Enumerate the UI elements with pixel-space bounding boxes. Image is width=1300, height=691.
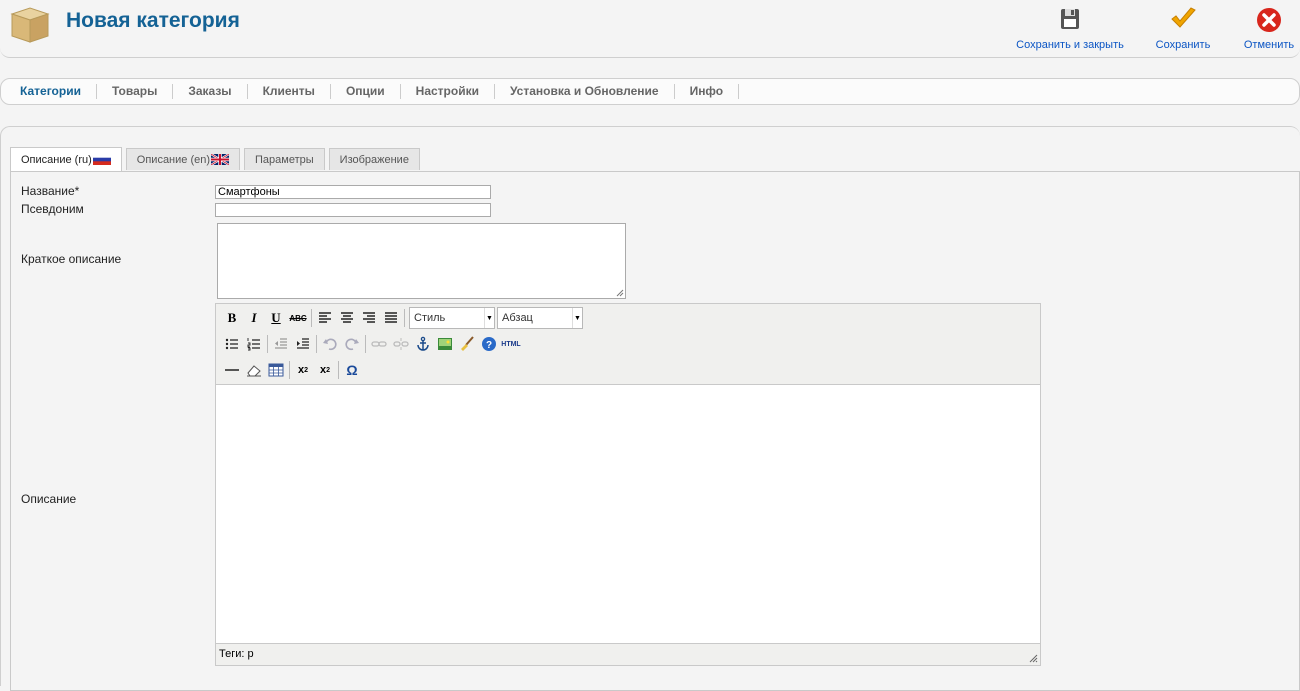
tab-parameters[interactable]: Параметры [244, 148, 325, 170]
toolbar-separator [311, 309, 312, 327]
subscript-icon[interactable]: x2 [292, 359, 314, 381]
special-character-icon[interactable]: Ω [341, 359, 363, 381]
resize-grip-icon[interactable] [616, 289, 624, 297]
alias-field[interactable] [215, 203, 491, 217]
menu-item-options[interactable]: Опции [331, 84, 401, 99]
header: Новая категория Сохранить и закрыть Сохр… [0, 0, 1300, 58]
chevron-down-icon: ▼ [572, 308, 582, 328]
main-menu: Категории Товары Заказы Клиенты Опции На… [5, 84, 740, 99]
align-justify-icon[interactable] [380, 307, 402, 329]
cancel-icon [1255, 6, 1283, 34]
short-description-label: Краткое описание [21, 252, 122, 266]
save-and-close-button[interactable]: Сохранить и закрыть [1016, 6, 1124, 51]
tab-label: Параметры [255, 153, 314, 166]
help-icon[interactable]: ? [478, 333, 500, 355]
cancel-label: Отменить [1243, 39, 1295, 51]
package-icon [8, 4, 52, 44]
link-icon[interactable] [368, 333, 390, 355]
tab-bar: Описание (ru) Описание (en) Параметры Из… [10, 147, 424, 171]
tab-description-en[interactable]: Описание (en) [125, 148, 241, 170]
bullet-list-icon[interactable] [221, 333, 243, 355]
strikethrough-icon[interactable]: ABC [287, 307, 309, 329]
html-source-button[interactable]: HTML [500, 333, 522, 355]
tab-description-ru[interactable]: Описание (ru) [10, 147, 122, 171]
align-left-icon[interactable] [314, 307, 336, 329]
form-area: Название* Псевдоним Краткое описание Опи… [10, 171, 1300, 691]
paragraph-select-value: Абзац [502, 312, 533, 324]
underline-icon[interactable]: U [265, 307, 287, 329]
content-panel: Описание (ru) Описание (en) Параметры Из… [0, 126, 1300, 691]
name-field[interactable] [215, 185, 491, 199]
indent-icon[interactable] [292, 333, 314, 355]
save-button[interactable]: Сохранить [1155, 6, 1211, 51]
main-menu-bar: Категории Товары Заказы Клиенты Опции На… [0, 78, 1300, 105]
italic-icon[interactable]: I [243, 307, 265, 329]
russia-flag-icon [92, 154, 111, 166]
tab-label: Описание (ru) [21, 153, 92, 166]
eraser-icon[interactable] [243, 359, 265, 381]
editor-toolbar-row-2: ? HTML [221, 333, 522, 355]
uk-flag-icon [210, 153, 230, 166]
tab-image[interactable]: Изображение [328, 148, 420, 170]
tab-label: Изображение [339, 153, 409, 166]
toolbar-separator [365, 335, 366, 353]
menu-item-info[interactable]: Инфо [675, 84, 740, 99]
anchor-icon[interactable] [412, 333, 434, 355]
horizontal-rule-icon[interactable] [221, 359, 243, 381]
rich-text-editor: B I U ABC Стиль ▼ Абзац ▼ ? HTML x 2 x 2… [215, 303, 1041, 666]
toolbar-separator [404, 309, 405, 327]
table-icon[interactable] [265, 359, 287, 381]
save-label: Сохранить [1155, 39, 1211, 51]
align-center-icon[interactable] [336, 307, 358, 329]
cleanup-brush-icon[interactable] [456, 333, 478, 355]
toolbar-separator [267, 335, 268, 353]
alias-label: Псевдоним [21, 202, 84, 216]
chevron-down-icon: ▼ [484, 308, 494, 328]
tab-label: Описание (en) [136, 153, 211, 166]
redo-icon[interactable] [341, 333, 363, 355]
undo-icon[interactable] [319, 333, 341, 355]
outdent-icon[interactable] [270, 333, 292, 355]
menu-item-products[interactable]: Товары [97, 84, 174, 99]
resize-grip-icon[interactable] [1028, 653, 1038, 663]
unlink-icon[interactable] [390, 333, 412, 355]
cancel-button[interactable]: Отменить [1242, 6, 1296, 51]
short-description-textarea[interactable] [217, 223, 626, 299]
menu-item-categories[interactable]: Категории [5, 84, 97, 99]
svg-text:?: ? [486, 340, 492, 351]
numbered-list-icon[interactable] [243, 333, 265, 355]
paragraph-select[interactable]: Абзац ▼ [497, 307, 583, 329]
menu-item-orders[interactable]: Заказы [173, 84, 248, 99]
floppy-disk-icon [1056, 6, 1084, 34]
style-select[interactable]: Стиль ▼ [409, 307, 495, 329]
menu-item-settings[interactable]: Настройки [401, 84, 495, 99]
menu-item-clients[interactable]: Клиенты [248, 84, 331, 99]
name-label: Название* [21, 184, 80, 198]
checkmark-icon [1169, 6, 1197, 34]
image-icon[interactable] [434, 333, 456, 355]
bold-icon[interactable]: B [221, 307, 243, 329]
save-and-close-label: Сохранить и закрыть [1016, 39, 1124, 51]
editor-toolbar-row-3: x2 x2 Ω [221, 359, 363, 381]
page-title: Новая категория [66, 9, 240, 32]
toolbar-separator [338, 361, 339, 379]
align-right-icon[interactable] [358, 307, 380, 329]
toolbar-separator [316, 335, 317, 353]
menu-item-install-update[interactable]: Установка и Обновление [495, 84, 675, 99]
editor-toolbar-row-1: B I U ABC Стиль ▼ Абзац ▼ [221, 307, 583, 329]
editor-content-area[interactable] [216, 384, 1040, 644]
toolbar-separator [289, 361, 290, 379]
style-select-value: Стиль [414, 312, 446, 324]
superscript-icon[interactable]: x2 [314, 359, 336, 381]
description-label: Описание [21, 492, 77, 506]
editor-status-path: Теги: p [219, 648, 254, 660]
